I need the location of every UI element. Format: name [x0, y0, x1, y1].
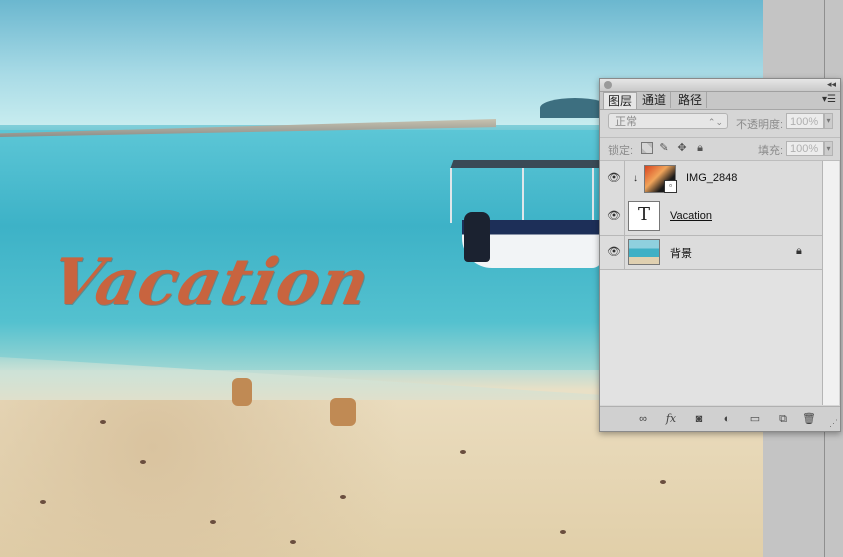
blend-mode-select[interactable]: 正常 ⌃⌄: [608, 113, 728, 129]
folder-icon[interactable]: ▭: [748, 412, 762, 426]
layer-row-vacation[interactable]: 👁︎ T Vacation: [600, 197, 822, 236]
lock-icon: 🔒︎: [796, 245, 802, 257]
trash-icon[interactable]: 🗑︎: [802, 412, 816, 426]
lock-position-icon[interactable]: ✥: [676, 142, 688, 154]
opacity-dropdown-icon[interactable]: ▾: [824, 113, 833, 129]
panel-tabs: 图层 通道 路径 ▾☰: [600, 92, 840, 110]
lock-transparent-pixels-icon[interactable]: [641, 142, 653, 154]
vacation-text-layer[interactable]: Vacation: [44, 245, 377, 320]
new-layer-icon[interactable]: ⧉: [776, 412, 790, 426]
mask-icon[interactable]: ◙: [692, 412, 706, 426]
layer-name[interactable]: 背景: [670, 245, 692, 261]
layer-thumbnail: [628, 239, 660, 265]
fill-dropdown-icon[interactable]: ▾: [824, 141, 833, 156]
fill-field[interactable]: 100%: [786, 141, 824, 156]
visibility-toggle[interactable]: 👁︎: [600, 197, 625, 235]
tab-channels[interactable]: 通道: [638, 92, 672, 108]
layer-row-background[interactable]: 👁︎ 背景 🔒︎: [600, 236, 822, 270]
layer-name[interactable]: IMG_2848: [686, 172, 737, 184]
opacity-field[interactable]: 100%: [786, 113, 824, 129]
panel-titlebar[interactable]: ◂◂: [600, 79, 840, 92]
smart-object-icon: ▫: [664, 180, 677, 193]
adjustment-icon[interactable]: ◐: [720, 412, 734, 426]
clipping-mask-icon: ↓: [633, 173, 638, 184]
close-icon[interactable]: [604, 81, 612, 89]
panel-footer: ∞ fx ◙ ◐ ▭ ⧉ 🗑︎ ⋰: [600, 406, 840, 431]
layer-row-img-2848[interactable]: 👁︎ ↓ ▫ IMG_2848: [600, 161, 822, 198]
text-layer-thumbnail: T: [628, 201, 660, 231]
layer-list: 👁︎ ↓ ▫ IMG_2848 👁︎ T Vacation 👁︎ 背景 🔒︎: [600, 161, 823, 405]
panel-menu-icon[interactable]: ▾☰: [822, 94, 836, 105]
opacity-label: 不透明度:: [736, 119, 784, 131]
blend-mode-value: 正常: [615, 116, 637, 128]
collapse-icon[interactable]: ◂◂: [827, 79, 836, 90]
eye-icon: 👁︎: [607, 210, 621, 222]
resize-grip-icon[interactable]: ⋰: [829, 418, 838, 429]
tab-paths[interactable]: 路径: [674, 92, 708, 108]
select-arrows-icon: ⌃⌄: [707, 117, 723, 127]
scrollbar[interactable]: [823, 161, 839, 405]
lock-row: 锁定: ✎ ✥ 🔒︎ 填充: 100% ▾: [600, 137, 840, 161]
layers-panel: ◂◂ 图层 通道 路径 ▾☰ 正常 ⌃⌄ 不透明度: 100% ▾ 锁定: ✎ …: [599, 78, 841, 432]
fx-icon[interactable]: fx: [664, 412, 678, 426]
lock-image-pixels-icon[interactable]: ✎: [658, 142, 670, 154]
eye-icon: 👁︎: [607, 246, 621, 258]
link-icon[interactable]: ∞: [636, 412, 650, 426]
eye-icon: 👁︎: [607, 172, 621, 184]
lock-label: 锁定:: [608, 145, 634, 157]
fill-label: 填充:: [758, 145, 784, 157]
lock-all-icon[interactable]: 🔒︎: [694, 142, 706, 154]
visibility-toggle[interactable]: 👁︎: [600, 161, 625, 197]
blend-row: 正常 ⌃⌄ 不透明度: 100% ▾: [600, 110, 840, 134]
visibility-toggle[interactable]: 👁︎: [600, 236, 625, 269]
photo-dog: [330, 398, 356, 426]
layer-name[interactable]: Vacation: [670, 210, 712, 222]
tab-layers[interactable]: 图层: [603, 92, 638, 109]
photo-boat: [442, 150, 605, 275]
photo-dog: [232, 378, 252, 406]
